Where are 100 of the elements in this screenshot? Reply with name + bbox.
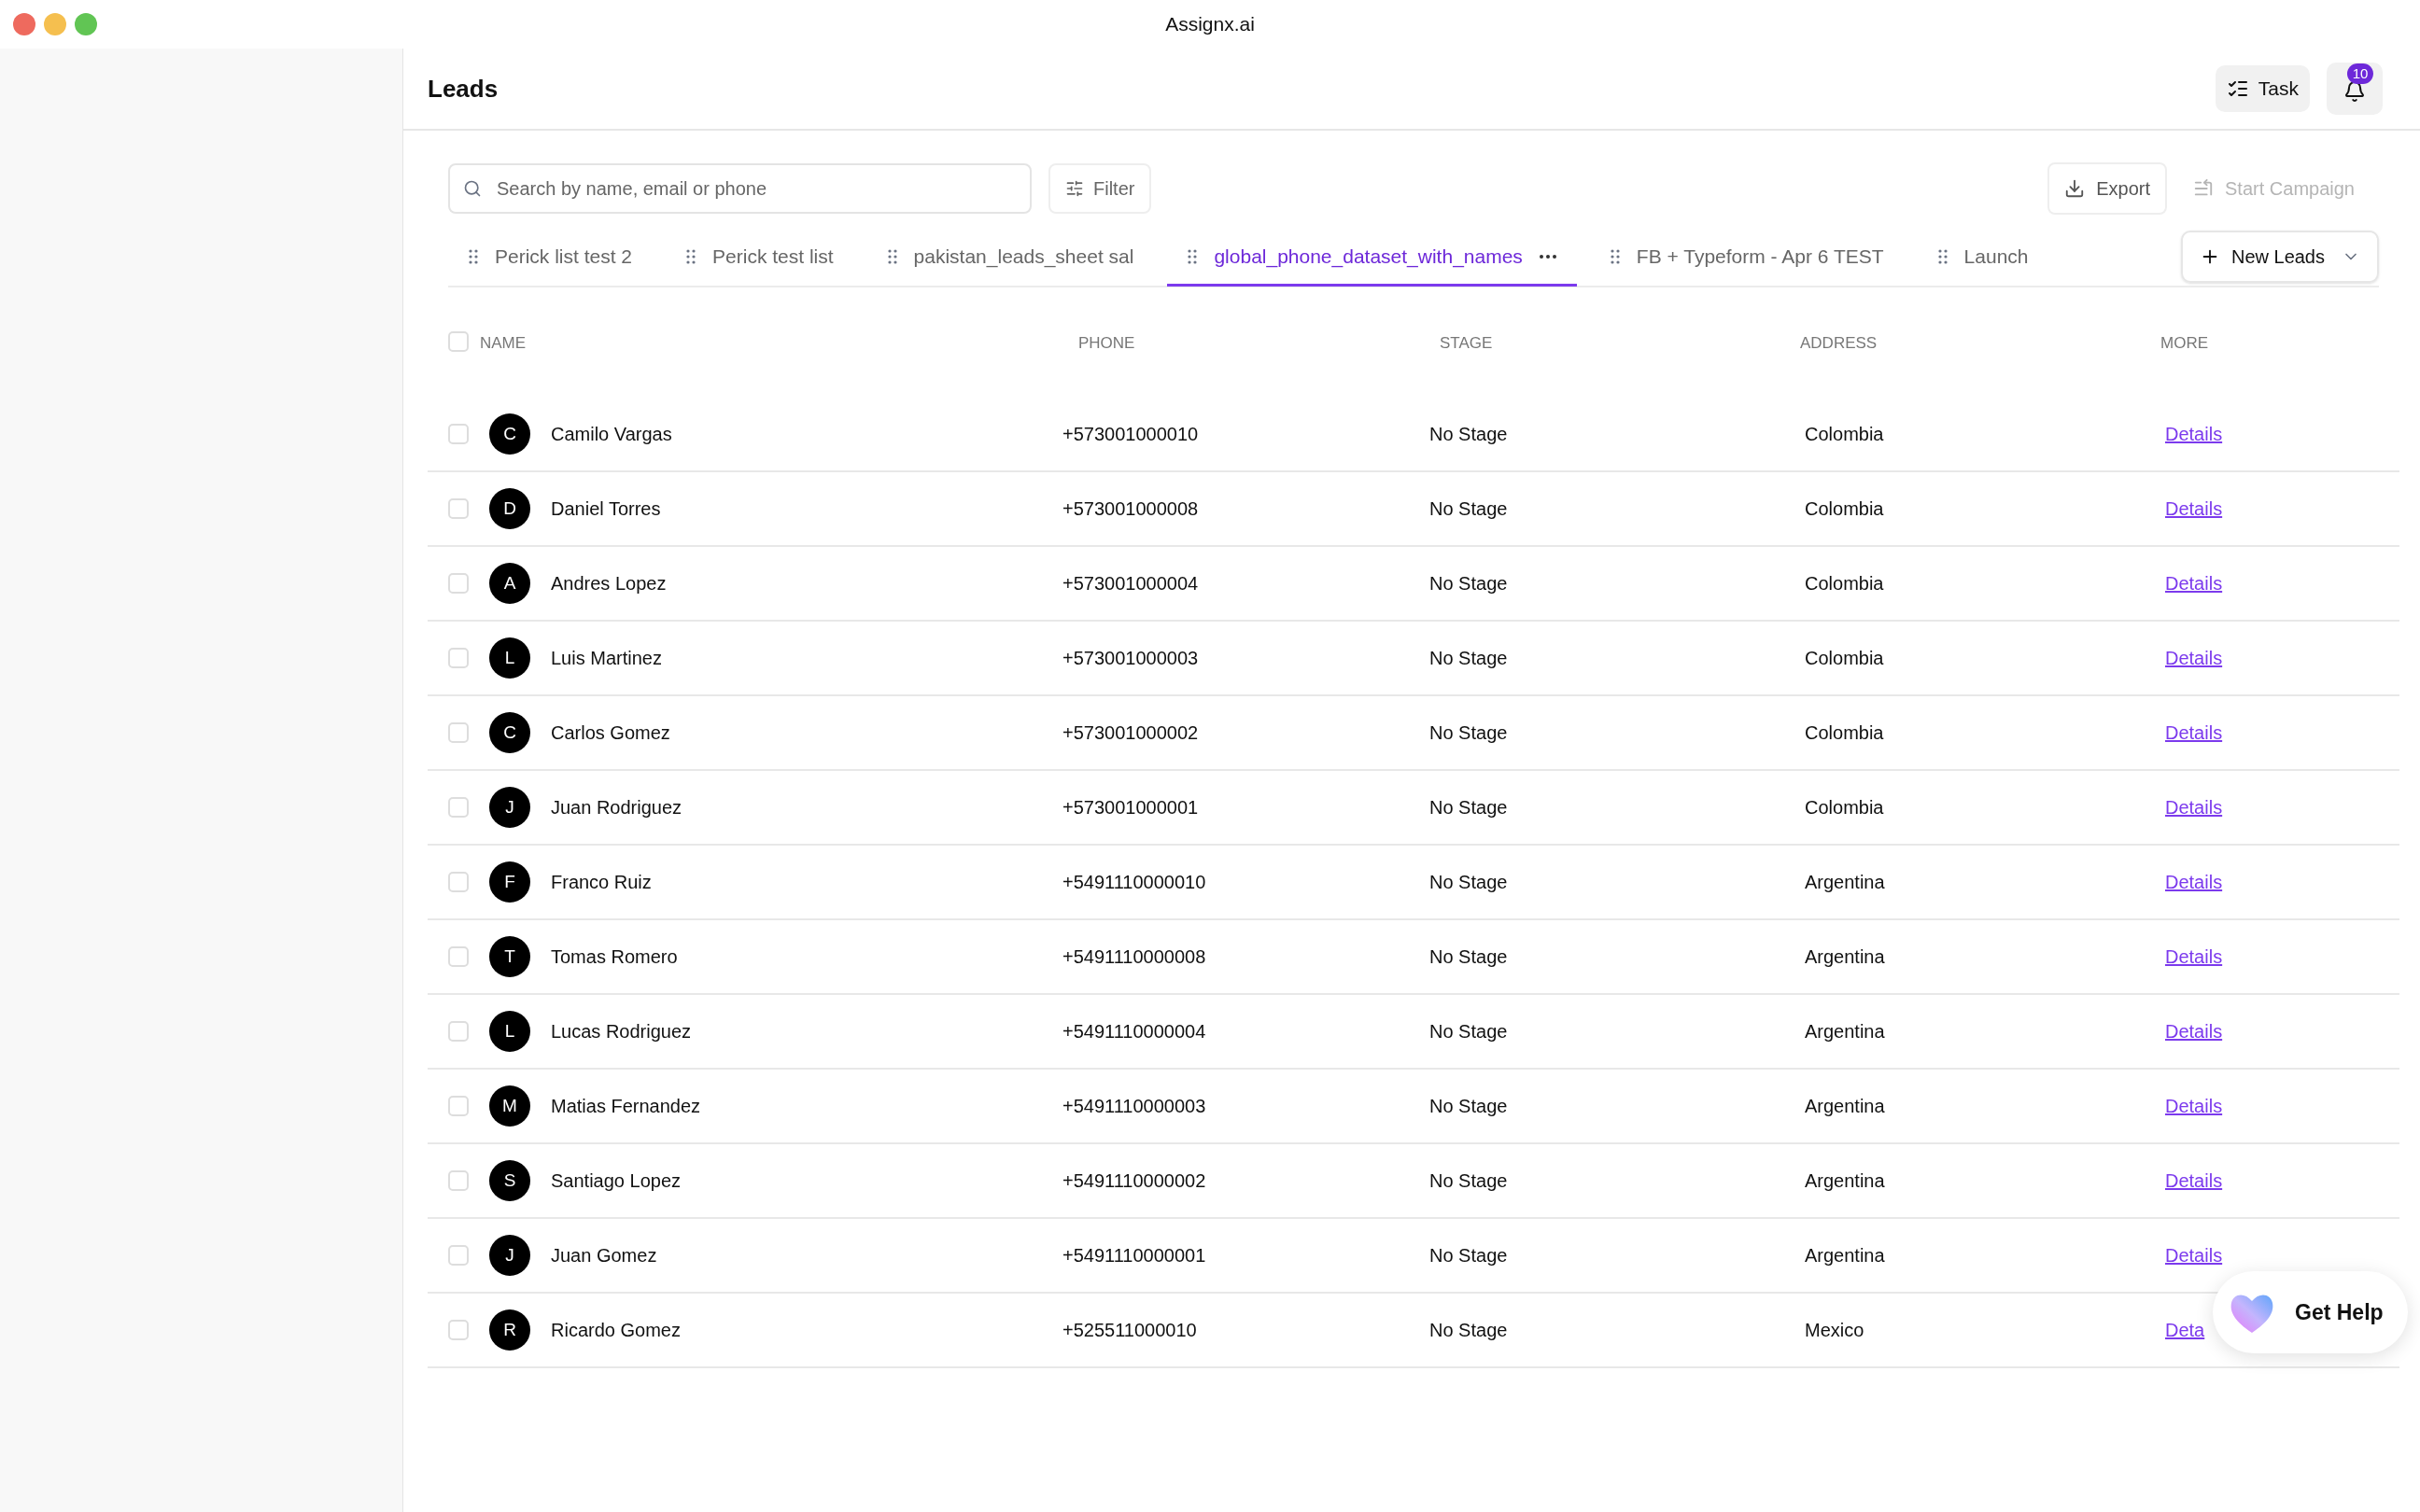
name-cell-text: Camilo Vargas xyxy=(551,423,673,446)
phone-cell-text: +5491110000010 xyxy=(1062,871,1207,894)
phone-cell-text: +573001000010 xyxy=(1062,423,1200,446)
avatar: J xyxy=(489,1235,530,1276)
phone-cell-text: +525511000010 xyxy=(1062,1319,1198,1342)
address-cell-text: Colombia xyxy=(1804,647,1885,670)
tab[interactable]: global_phone_dataset_with_names xyxy=(1167,229,1577,287)
drag-handle-icon[interactable] xyxy=(469,248,478,264)
drag-handle-icon[interactable] xyxy=(887,248,897,264)
tab[interactable]: pakistan_leads_sheet sal xyxy=(866,229,1155,287)
stage-cell-text: No Stage xyxy=(1429,1020,1509,1043)
stage-cell-text: No Stage xyxy=(1429,1319,1509,1342)
details-link[interactable]: Details xyxy=(2165,1167,2223,1195)
checkbox[interactable] xyxy=(448,1320,469,1340)
checkbox[interactable] xyxy=(448,1096,469,1116)
phone-cell-text: +573001000002 xyxy=(1062,721,1200,745)
phone-cell-text: +5491110000003 xyxy=(1062,1095,1207,1118)
avatar: L xyxy=(489,1011,530,1052)
checkbox[interactable] xyxy=(448,722,469,743)
stage-cell-text: No Stage xyxy=(1429,796,1509,819)
minimize-icon[interactable] xyxy=(44,13,66,35)
tab[interactable]: Perick list test 2 xyxy=(448,229,654,287)
checkbox[interactable] xyxy=(448,1170,469,1191)
details-link[interactable]: Details xyxy=(2165,868,2223,896)
stage-cell-text: No Stage xyxy=(1429,871,1509,894)
tab[interactable]: Launch xyxy=(1917,229,2049,287)
search-icon xyxy=(463,179,482,198)
sliders-icon xyxy=(1065,179,1084,198)
phone-cell-text: +573001000001 xyxy=(1062,796,1200,819)
address-cell-text: Colombia xyxy=(1804,423,1885,446)
details-link[interactable]: Details xyxy=(2165,420,2223,448)
avatar: T xyxy=(489,936,530,977)
checkbox[interactable] xyxy=(448,872,469,892)
name-cell-text: Juan Rodriguez xyxy=(551,796,683,819)
window-title: Assignx.ai xyxy=(1165,12,1255,37)
avatar: J xyxy=(489,787,530,828)
phone-cell-text: +5491110000001 xyxy=(1062,1244,1207,1267)
address-cell-text: Colombia xyxy=(1804,572,1885,595)
details-link[interactable]: Details xyxy=(2165,495,2223,523)
notification-button[interactable]: 10 xyxy=(2327,63,2383,115)
details-link[interactable]: Details xyxy=(2165,943,2223,971)
checkbox[interactable] xyxy=(448,1245,469,1266)
filter-button[interactable]: Filter xyxy=(1048,163,1152,214)
avatar: F xyxy=(489,861,530,903)
name-cell-text: Andres Lopez xyxy=(551,572,668,595)
address-cell-text: Argentina xyxy=(1804,1169,1886,1193)
phone-cell-text: +5491110000004 xyxy=(1062,1020,1207,1043)
close-icon[interactable] xyxy=(13,13,35,35)
column-header: MORE xyxy=(2160,333,2209,354)
tab[interactable]: Perick test list xyxy=(666,229,854,287)
tab[interactable]: FB + Typeform - Apr 6 TEST xyxy=(1589,229,1905,287)
stage-cell-text: No Stage xyxy=(1429,945,1509,969)
stage-cell-text: No Stage xyxy=(1429,721,1509,745)
checkbox[interactable] xyxy=(448,1021,469,1042)
details-link[interactable]: Details xyxy=(2165,1092,2223,1120)
column-header: STAGE xyxy=(1440,333,1494,354)
checkbox[interactable] xyxy=(448,946,469,967)
address-cell-text: Colombia xyxy=(1804,721,1885,745)
details-link[interactable]: Deta xyxy=(2165,1316,2205,1344)
name-cell-text: Franco Ruiz xyxy=(551,871,653,894)
checkbox[interactable] xyxy=(448,797,469,818)
details-link[interactable]: Details xyxy=(2165,793,2223,821)
details-link[interactable]: Details xyxy=(2165,1017,2223,1045)
column-header: ADDRESS xyxy=(1800,333,1878,354)
avatar: L xyxy=(489,637,530,679)
checkbox[interactable] xyxy=(448,573,469,594)
stage-cell-text: No Stage xyxy=(1429,1169,1509,1193)
name-cell-text: Luis Martinez xyxy=(551,647,663,670)
column-header: PHONE xyxy=(1078,333,1136,354)
name-cell-text: Daniel Torres xyxy=(551,497,662,521)
phone-cell-text: +573001000004 xyxy=(1062,572,1200,595)
get-help-button[interactable]: Get Help xyxy=(2213,1271,2408,1353)
checkbox[interactable] xyxy=(448,424,469,444)
phone-cell-text: +573001000003 xyxy=(1062,647,1200,670)
stage-cell-text: No Stage xyxy=(1429,423,1509,446)
drag-handle-icon[interactable] xyxy=(1937,248,1948,264)
details-link[interactable]: Details xyxy=(2165,1241,2223,1269)
drag-handle-icon[interactable] xyxy=(1610,248,1620,264)
address-cell-text: Colombia xyxy=(1804,497,1885,521)
checkbox[interactable] xyxy=(448,331,469,352)
more-icon[interactable] xyxy=(1539,254,1556,259)
bell-icon xyxy=(2343,80,2366,103)
drag-handle-icon[interactable] xyxy=(1188,248,1198,264)
maximize-icon[interactable] xyxy=(75,13,97,35)
task-button[interactable]: Task xyxy=(2215,65,2310,112)
details-link[interactable]: Details xyxy=(2165,719,2223,747)
checkbox[interactable] xyxy=(448,498,469,519)
avatar: S xyxy=(489,1160,530,1201)
address-cell-text: Mexico xyxy=(1804,1319,1865,1342)
checkbox[interactable] xyxy=(448,648,469,668)
search-field[interactable]: Search by name, email or phone xyxy=(448,163,1032,214)
export-button[interactable]: Export xyxy=(2047,162,2168,215)
avatar: C xyxy=(489,712,530,753)
avatar: C xyxy=(489,413,530,455)
address-cell-text: Colombia xyxy=(1804,796,1885,819)
details-link[interactable]: Details xyxy=(2165,644,2223,672)
drag-handle-icon[interactable] xyxy=(686,248,696,264)
new-leads-button[interactable]: New Leads xyxy=(2180,231,2379,283)
details-link[interactable]: Details xyxy=(2165,569,2223,597)
phone-cell-text: +573001000008 xyxy=(1062,497,1200,521)
